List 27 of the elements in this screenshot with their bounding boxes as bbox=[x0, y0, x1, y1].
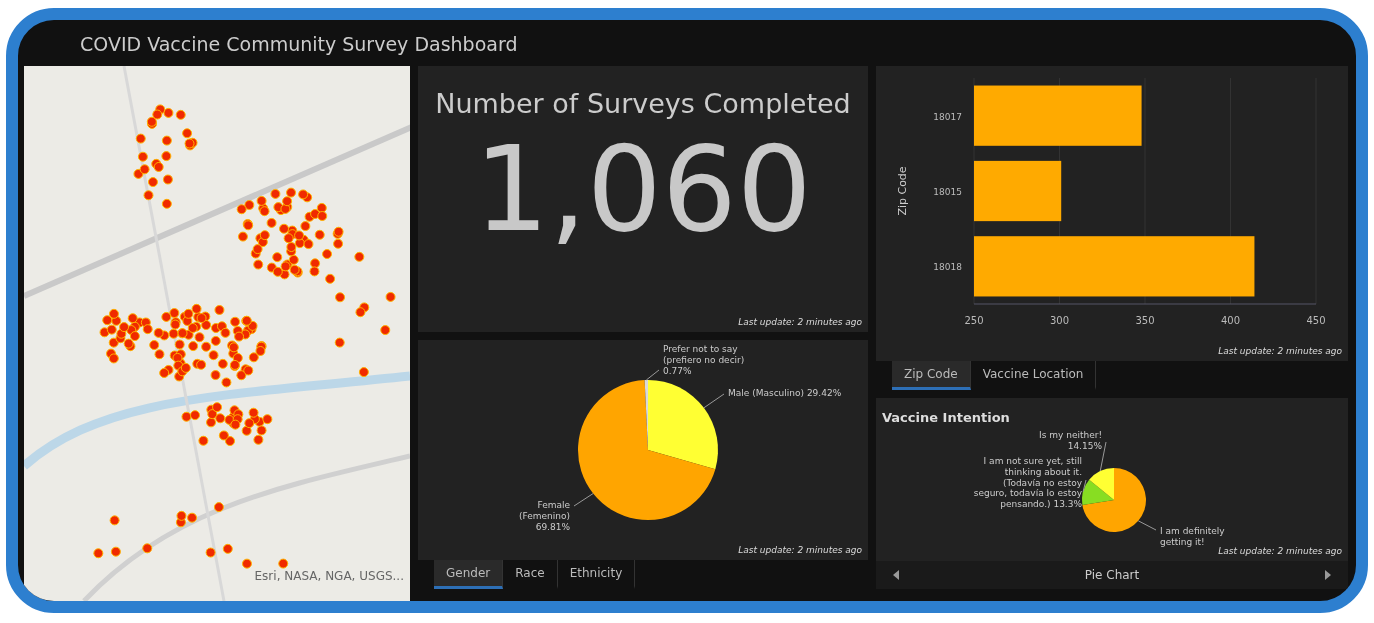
tab[interactable]: Gender bbox=[434, 560, 504, 589]
tick-label: 400 bbox=[1220, 315, 1241, 326]
slice-label: I am definitely getting it! bbox=[1160, 526, 1226, 547]
last-update-text: Last update: 2 minutes ago bbox=[738, 315, 862, 329]
last-update-text: Last update: 2 minutes ago bbox=[1218, 344, 1342, 358]
dashboard-title: COVID Vaccine Community Survey Dashboard bbox=[79, 32, 519, 57]
last-update-text: Last update: 2 minutes ago bbox=[1218, 544, 1342, 558]
category-label: 18017 bbox=[933, 111, 962, 122]
slice-label: I am not sure yet, still thinking about it. (Todavía no estoy seguro, todavía lo estoy pensando.) 13.3% bbox=[972, 456, 1082, 510]
slice-label: Prefer not to say (prefiero no decir) 0.77% bbox=[663, 344, 746, 377]
panel-title: Vaccine Intention bbox=[881, 409, 1011, 427]
tick-label: 450 bbox=[1306, 315, 1326, 326]
last-update-text: Last update: 2 minutes ago bbox=[738, 543, 862, 557]
indicator-value: 1,060 bbox=[473, 124, 813, 255]
category-label: 18015 bbox=[933, 187, 962, 197]
map-attribution: Esri, NASA, NGA, USGS... bbox=[254, 568, 404, 585]
category-label: 18018 bbox=[933, 262, 962, 273]
axis-title: Zip Code bbox=[896, 166, 909, 216]
tick-label: 250 bbox=[964, 315, 984, 326]
tick-label: 300 bbox=[1049, 315, 1070, 326]
tick-label: 350 bbox=[1135, 315, 1155, 326]
footer-label: Pie Chart bbox=[1084, 567, 1140, 584]
tab[interactable]: Zip Code bbox=[892, 361, 971, 390]
slice-label: Male (Masculino) 29.42% bbox=[728, 388, 843, 399]
slice-label: Is my neither! 14.15% bbox=[1038, 430, 1102, 452]
indicator-title: Number of Surveys Completed bbox=[434, 87, 852, 121]
slice-label: Female (Femenino) 69.81% bbox=[518, 500, 570, 533]
